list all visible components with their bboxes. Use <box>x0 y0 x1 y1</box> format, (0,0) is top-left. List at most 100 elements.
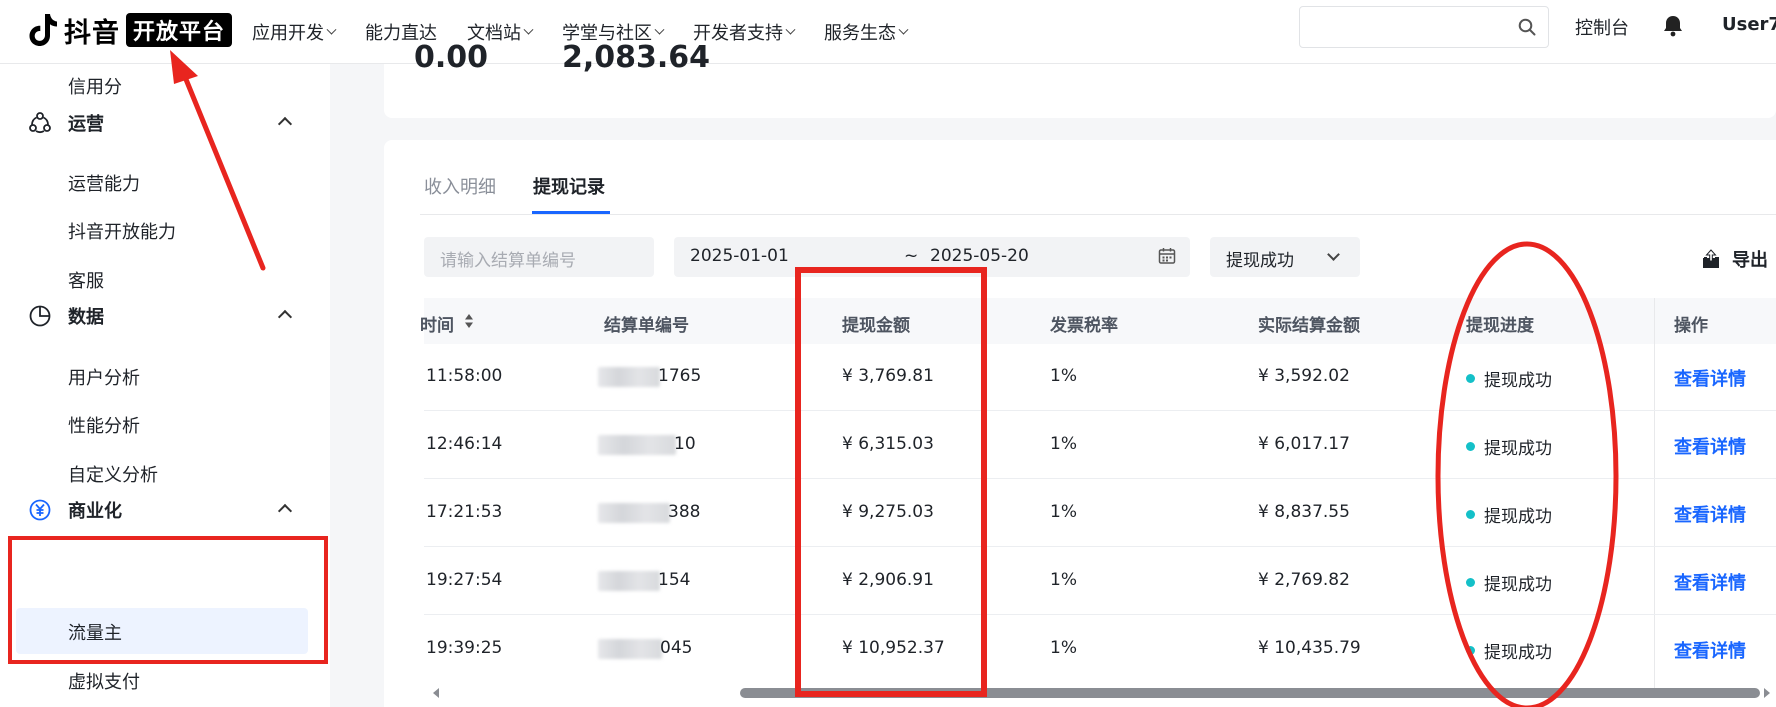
tab-income-detail[interactable]: 收入明细 <box>424 173 496 199</box>
sidebar-item-virtual-pay[interactable]: 虚拟支付 <box>68 668 140 694</box>
sidebar-item-customer-service[interactable]: 客服 <box>68 267 104 293</box>
cell-amount: ¥ 9,275.03 <box>842 502 934 522</box>
status-dot <box>1466 374 1475 383</box>
sidebar-group-label: 商业化 <box>68 501 122 522</box>
status-select[interactable]: 提现成功 <box>1210 237 1360 277</box>
chevron-down-icon <box>523 24 534 35</box>
column-header-time[interactable]: 时间 <box>420 311 454 336</box>
export-button[interactable]: 导出 <box>1702 246 1768 272</box>
logo-badge: 开放平台 <box>126 13 233 47</box>
nav-app-dev[interactable]: 应用开发 <box>252 19 337 45</box>
status-select-value: 提现成功 <box>1226 251 1294 271</box>
cell-settlement-id: 154 <box>658 570 691 590</box>
search-icon[interactable] <box>1518 18 1536 36</box>
cell-amount: ¥ 2,906.91 <box>842 570 934 590</box>
status-dot <box>1466 646 1475 655</box>
redacted-settlement-id <box>598 367 660 387</box>
sidebar-item-perf-analysis[interactable]: 性能分析 <box>68 412 140 438</box>
column-header-action: 操作 <box>1674 316 1708 336</box>
nav-label: 服务生态 <box>824 23 896 44</box>
view-details-link[interactable]: 查看详情 <box>1674 501 1746 527</box>
column-header-tax-rate: 发票税率 <box>1050 316 1118 336</box>
cell-amount: ¥ 6,315.03 <box>842 434 934 454</box>
cell-status: 提现成功 <box>1484 575 1552 595</box>
cell-actual: ¥ 6,017.17 <box>1258 434 1350 454</box>
cell-tax: 1% <box>1050 366 1077 386</box>
tabs-divider <box>420 214 1776 215</box>
column-header-actual-amount: 实际结算金额 <box>1258 316 1360 336</box>
date-separator: ~ <box>904 246 919 266</box>
view-details-link[interactable]: 查看详情 <box>1674 365 1746 391</box>
date-end: 2025-05-20 <box>930 246 1029 266</box>
cell-settlement-id: 388 <box>668 502 701 522</box>
cell-actual: ¥ 10,435.79 <box>1258 638 1361 658</box>
sidebar-item-traffic-master[interactable]: 流量主 <box>68 619 122 645</box>
cell-tax: 1% <box>1050 570 1077 590</box>
chevron-up-icon <box>277 116 293 132</box>
nav-ecosystem[interactable]: 服务生态 <box>824 19 909 45</box>
sidebar-group-label: 数据 <box>68 307 104 328</box>
sidebar-group-data[interactable]: 数据 <box>28 301 298 331</box>
redacted-settlement-id <box>598 639 662 659</box>
row-divider <box>424 410 1776 411</box>
fixed-column-divider <box>1654 298 1655 688</box>
cell-amount: ¥ 3,769.81 <box>842 366 934 386</box>
status-dot <box>1466 578 1475 587</box>
search-input[interactable] <box>1299 6 1549 48</box>
calendar-icon <box>1158 248 1176 264</box>
nav-label: 应用开发 <box>252 23 324 44</box>
cell-tax: 1% <box>1050 638 1077 658</box>
redacted-settlement-id <box>598 503 670 523</box>
cell-time: 11:58:00 <box>426 366 503 386</box>
sidebar-item-custom-analysis[interactable]: 自定义分析 <box>68 461 158 487</box>
chevron-down-icon <box>1327 248 1340 261</box>
sidebar-item-user-analysis[interactable]: 用户分析 <box>68 364 140 390</box>
active-tab-indicator <box>532 211 610 214</box>
redacted-settlement-id <box>598 435 676 455</box>
column-header-progress: 提现进度 <box>1466 316 1534 336</box>
sidebar-item-douyin-open[interactable]: 抖音开放能力 <box>68 218 176 244</box>
user-name[interactable]: User7 <box>1722 14 1776 35</box>
logo-text: 抖音 <box>64 17 120 49</box>
view-details-link[interactable]: 查看详情 <box>1674 569 1746 595</box>
status-dot <box>1466 510 1475 519</box>
redacted-settlement-id <box>598 571 660 591</box>
cell-actual: ¥ 2,769.82 <box>1258 570 1350 590</box>
status-dot <box>1466 442 1475 451</box>
sidebar-item-credit[interactable]: 信用分 <box>68 73 122 99</box>
cell-tax: 1% <box>1050 434 1077 454</box>
cell-actual: ¥ 8,837.55 <box>1258 502 1350 522</box>
sidebar-group-label: 运营 <box>68 114 104 135</box>
cell-status: 提现成功 <box>1484 507 1552 527</box>
settlement-number-input[interactable]: 请输入结算单编号 <box>424 237 654 277</box>
cell-actual: ¥ 3,592.02 <box>1258 366 1350 386</box>
cell-time: 19:39:25 <box>426 638 503 658</box>
cell-status: 提现成功 <box>1484 371 1552 391</box>
sidebar-group-commercial[interactable]: 商业化 <box>28 495 298 525</box>
douyin-note-icon <box>28 12 58 48</box>
scroll-right-arrow-icon[interactable] <box>1764 688 1770 698</box>
yuan-coin-icon <box>29 499 51 521</box>
sidebar: 信用分 运营 运营能力 抖音开放能力 客服 数据 用户分析 性能分析 自定义分析… <box>0 64 330 707</box>
date-start: 2025-01-01 <box>690 246 789 266</box>
date-range-picker[interactable]: 2025-01-01 ~ 2025-05-20 <box>674 237 1190 277</box>
top-navigation-bar: 抖音 开放平台 应用开发 能力直达 文档站 学堂与社区 开发者支持 服务生态 控… <box>0 0 1776 64</box>
bell-icon[interactable] <box>1662 14 1684 38</box>
row-divider <box>424 546 1776 547</box>
sidebar-group-ops[interactable]: 运营 <box>28 108 298 138</box>
chevron-down-icon <box>326 24 337 35</box>
row-divider <box>424 614 1776 615</box>
tab-withdrawal-records[interactable]: 提现记录 <box>533 173 605 199</box>
export-icon <box>1703 249 1719 268</box>
cell-status: 提现成功 <box>1484 643 1552 663</box>
scroll-left-arrow-icon[interactable] <box>433 688 439 698</box>
summary-left-value: 0.00 <box>414 40 489 75</box>
view-details-link[interactable]: 查看详情 <box>1674 637 1746 663</box>
cell-tax: 1% <box>1050 502 1077 522</box>
console-link[interactable]: 控制台 <box>1575 14 1629 40</box>
douyin-open-platform-logo[interactable]: 抖音 开放平台 <box>28 10 233 50</box>
scrollbar-thumb[interactable] <box>740 688 1760 698</box>
view-details-link[interactable]: 查看详情 <box>1674 433 1746 459</box>
sort-icon[interactable] <box>464 313 474 329</box>
sidebar-item-ops-capability[interactable]: 运营能力 <box>68 170 140 196</box>
